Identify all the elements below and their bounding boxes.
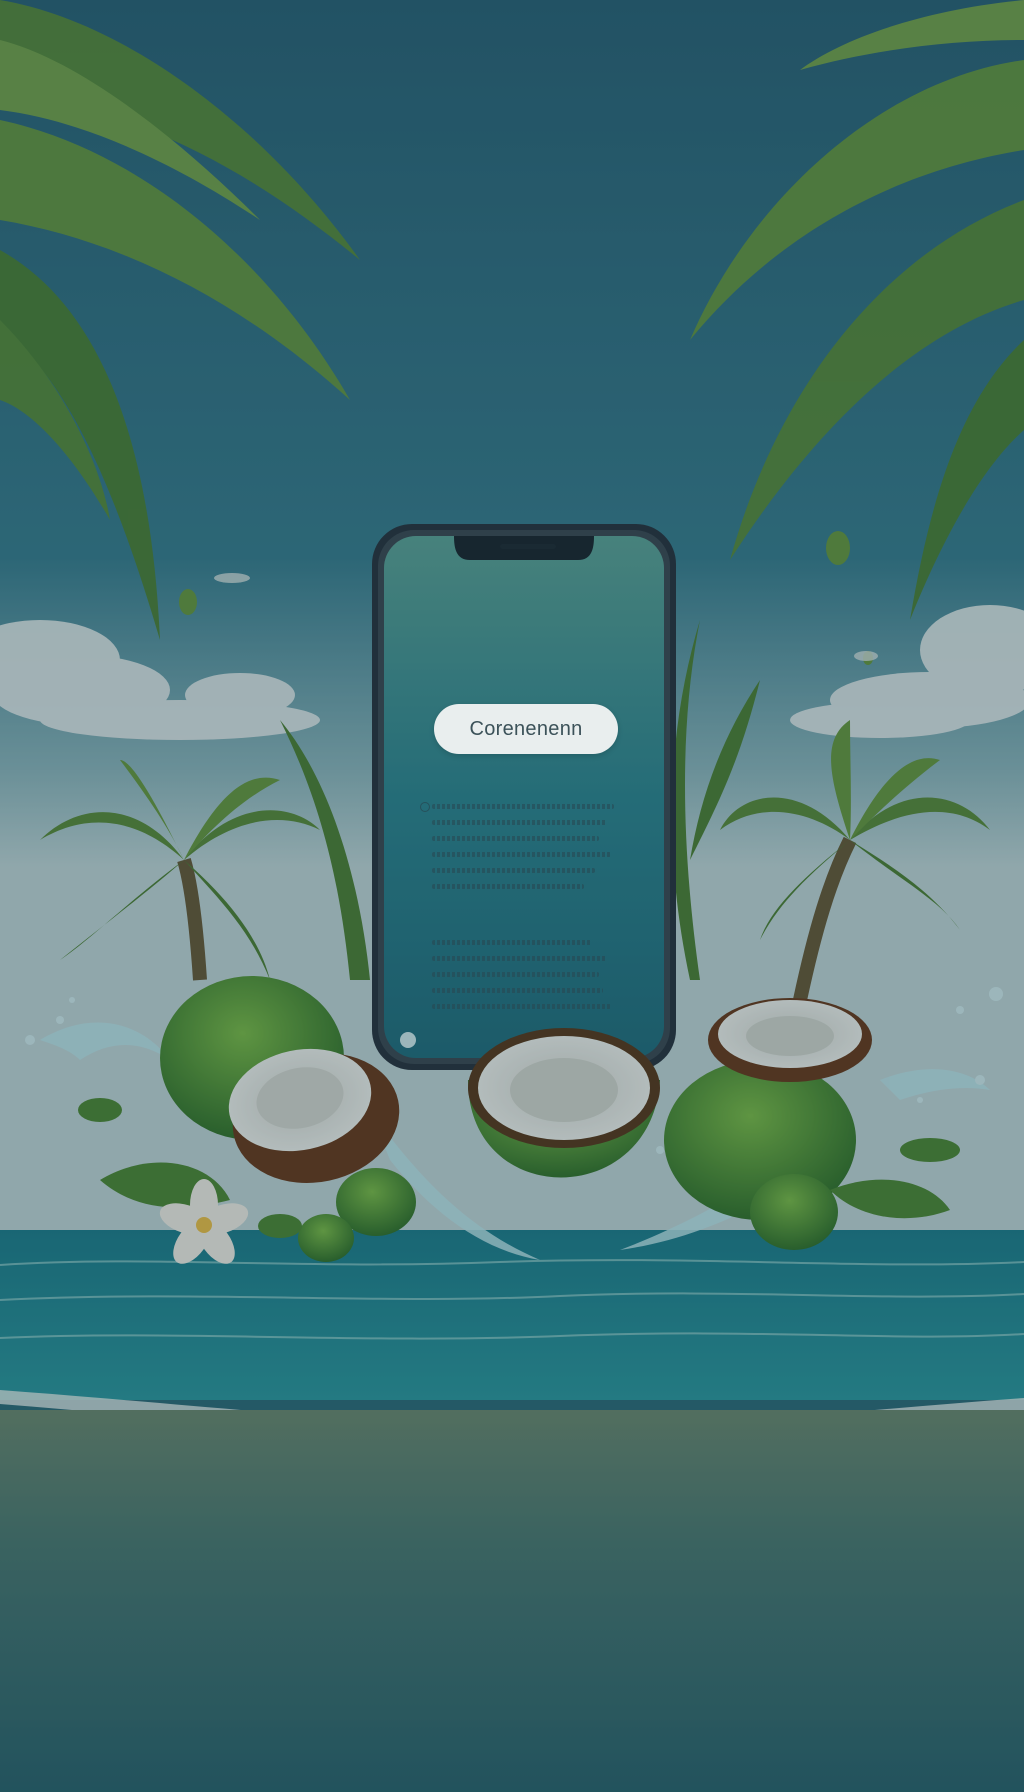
body-paragraph-2 bbox=[432, 940, 622, 1020]
app-name-label: Corenenenn bbox=[469, 717, 583, 740]
app-name-button[interactable]: Corenenenn bbox=[434, 704, 618, 754]
body-paragraph-1 bbox=[420, 802, 622, 900]
bullet-icon bbox=[420, 802, 430, 812]
phone-screen: Corenenenn bbox=[384, 536, 664, 1056]
promo-scene: Corenenenn bbox=[0, 0, 1024, 1792]
speaker-grille bbox=[500, 544, 556, 549]
